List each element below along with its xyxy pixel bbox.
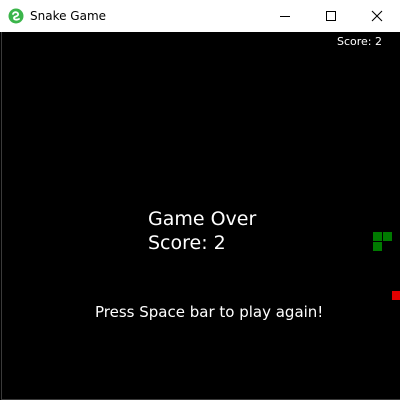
snake-app-icon — [8, 8, 24, 24]
snake-segment — [373, 232, 382, 241]
food-pellet — [392, 291, 400, 300]
snake-game-window: Snake Game Score: 2 Game Over Score: 2 P… — [0, 0, 400, 400]
restart-instruction: Press Space bar to play again! — [95, 303, 324, 321]
title-bar[interactable]: Snake Game — [0, 0, 400, 32]
close-icon — [371, 10, 383, 22]
game-over-heading: Game Over — [148, 208, 257, 230]
score-display: Score: 2 — [336, 35, 382, 48]
minimize-icon — [280, 16, 290, 17]
snake-segment — [373, 242, 382, 251]
minimize-button[interactable] — [262, 0, 308, 32]
maximize-button[interactable] — [308, 0, 354, 32]
game-canvas[interactable]: Score: 2 Game Over Score: 2 Press Space … — [1, 32, 400, 400]
maximize-icon — [326, 11, 336, 21]
close-button[interactable] — [354, 0, 400, 32]
snake-segment — [383, 232, 392, 241]
window-title: Snake Game — [30, 9, 107, 23]
final-score: Score: 2 — [148, 232, 226, 254]
